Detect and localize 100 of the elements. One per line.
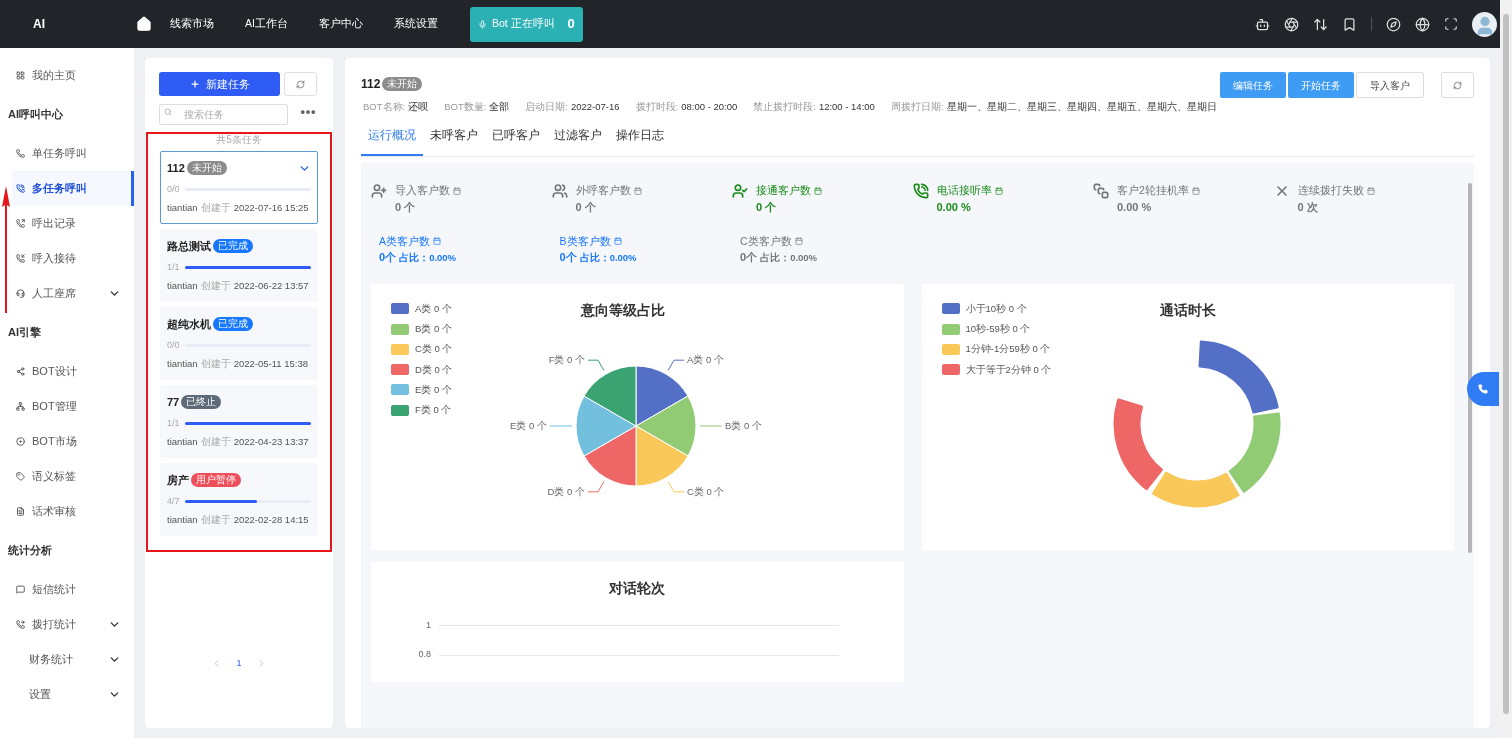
compass-icon[interactable] — [1386, 16, 1401, 32]
nav-item[interactable]: 设置 — [12, 677, 134, 712]
nav-item[interactable]: 呼出记录 — [12, 206, 134, 241]
home-icon[interactable] — [136, 16, 152, 32]
nav-item[interactable]: BOT市场 — [12, 424, 134, 459]
category-count: 0个 — [559, 250, 577, 266]
category-ratio: 占比：0.00% — [399, 251, 457, 266]
created-label: 创建于 — [200, 278, 231, 293]
axis-label: 1 — [425, 618, 431, 632]
nav-item[interactable]: 呼入接待 — [12, 241, 134, 276]
nav-item[interactable]: 短信统计 — [12, 572, 134, 607]
legend-label: F类 0 个 — [415, 403, 452, 417]
created-time: 2022-06-22 13:57 — [233, 278, 309, 293]
new-task-button[interactable]: 新建任务 — [159, 72, 280, 96]
nav-item[interactable]: 话术审核 — [12, 494, 134, 529]
legend-label: 10秒-59秒 0 个 — [965, 322, 1031, 336]
status-tag: 已完成 — [213, 239, 253, 253]
legend-label: 大于等于2分钟 0 个 — [965, 362, 1052, 377]
nav-icon — [16, 507, 25, 516]
task-owner: tiantian — [167, 512, 198, 527]
progress-count: 0/0 — [167, 339, 181, 352]
task-card[interactable]: 77 已终止 1/1 tiantian 创建于 2022-04-23 13:37 — [160, 385, 318, 458]
tab[interactable]: 未呼客户 — [423, 126, 485, 157]
nav-icon — [16, 219, 25, 228]
chart-title: 意向等级占比 — [581, 300, 665, 320]
task-card[interactable]: 房产 用户暂停 4/7 tiantian 创建于 2022-02-28 14:15 — [160, 463, 318, 536]
swap-icon[interactable] — [1313, 16, 1328, 32]
slice-label: B类 0 个 — [725, 419, 762, 431]
created-label: 创建于 — [200, 200, 231, 215]
leader-line — [667, 359, 685, 371]
task-name: 房产 — [167, 472, 189, 488]
nav-link[interactable]: 系统设置 — [393, 16, 438, 32]
globe-icon[interactable] — [1415, 16, 1430, 32]
pie-slice — [635, 425, 689, 487]
category-count: 0个 — [740, 250, 758, 266]
metric-label: 客户2轮挂机率 — [1117, 183, 1189, 199]
metric-icon — [1093, 183, 1109, 200]
slice-label: F类 0 个 — [548, 353, 585, 365]
task-owner: tiantian — [167, 278, 198, 293]
task-card[interactable]: 路总测试 已完成 1/1 tiantian 创建于 2022-06-22 13:57 — [160, 229, 318, 302]
legend-label: D类 0 个 — [415, 362, 453, 377]
metric-value: 0 个 — [575, 200, 597, 215]
pie-slice — [583, 365, 637, 427]
bookmark-icon[interactable] — [1342, 16, 1357, 32]
nav-icon — [16, 585, 25, 594]
task-title: 112 — [361, 76, 381, 93]
nav-link[interactable]: 线索市场 — [170, 16, 214, 32]
status-tag: 已终止 — [181, 395, 222, 409]
nav-item[interactable]: 人工座席 — [12, 276, 134, 311]
nav-item[interactable]: 语义标签 — [12, 459, 134, 494]
nav-link[interactable]: AI工作台 — [245, 16, 288, 32]
nav-item[interactable]: 多任务呼叫 — [12, 171, 134, 206]
aperture-icon[interactable] — [1284, 16, 1299, 32]
nav-item[interactable]: 我的主页 — [12, 58, 134, 93]
action-button[interactable]: 导入客户 — [1356, 72, 1424, 98]
section-header: 统计分析 — [8, 543, 52, 559]
task-card[interactable]: 超纯水机 已完成 0/0 tiantian 创建于 2022-05-11 15:38 — [160, 307, 318, 380]
metric-label: 连续拨打失败 — [1297, 183, 1364, 199]
pie-slice — [635, 365, 689, 427]
chart-title: 通话时长 — [1159, 300, 1216, 320]
info-value: 还呗 — [408, 100, 429, 114]
task-name: 77 — [167, 394, 180, 410]
refresh-icon — [1453, 80, 1462, 90]
created-label: 创建于 — [200, 512, 231, 527]
tab[interactable]: 已呼客户 — [485, 126, 547, 157]
metric-label: 接通客户数 — [756, 183, 811, 199]
refresh-icon — [296, 79, 305, 89]
task-card[interactable]: 112 未开始 0/0 tiantian 创建于 2022-07-16 15:25 — [160, 151, 318, 224]
metric-value: 0 次 — [1297, 200, 1319, 215]
nav-icon — [16, 367, 25, 376]
task-owner: tiantian — [167, 200, 198, 215]
nav-item[interactable]: BOT管理 — [12, 389, 134, 424]
page-number[interactable]: 1 — [236, 656, 242, 670]
avatar[interactable] — [1472, 11, 1497, 37]
nav-item[interactable]: BOT设计 — [12, 354, 134, 389]
legend-label: E类 0 个 — [415, 382, 452, 397]
metric-label: 导入客户数 — [395, 183, 450, 199]
leader-line — [587, 359, 605, 371]
nav-link[interactable]: 客户中心 — [318, 16, 363, 32]
category-count: 0个 — [379, 250, 397, 266]
legend-label: 小于10秒 0 个 — [965, 301, 1027, 316]
search-field[interactable]: 搜索任务 — [159, 104, 288, 125]
nav-item[interactable]: 拨打统计 — [12, 607, 134, 642]
nav-item[interactable]: 单任务呼叫 — [12, 136, 134, 171]
nav-item[interactable]: 财务统计 — [12, 642, 134, 677]
info-value: 全部 — [489, 100, 510, 114]
logo: AI — [33, 16, 46, 33]
legend-label: B类 0 个 — [415, 322, 452, 336]
section-header: AI引擎 — [8, 325, 41, 341]
tab[interactable]: 操作日志 — [609, 126, 671, 157]
category-ratio: 占比：0.00% — [579, 251, 637, 266]
metric-label: 外呼客户数 — [575, 183, 631, 199]
section-header: AI呼叫中心 — [8, 107, 63, 123]
tab[interactable]: 过滤客户 — [547, 126, 609, 157]
tab[interactable]: 运行概况 — [361, 126, 423, 157]
created-time: 2022-02-28 14:15 — [233, 512, 309, 527]
robot-icon[interactable] — [1255, 16, 1270, 32]
fullscreen-icon[interactable] — [1444, 17, 1458, 31]
metric-icon — [912, 183, 929, 200]
nav-icon — [16, 254, 25, 263]
